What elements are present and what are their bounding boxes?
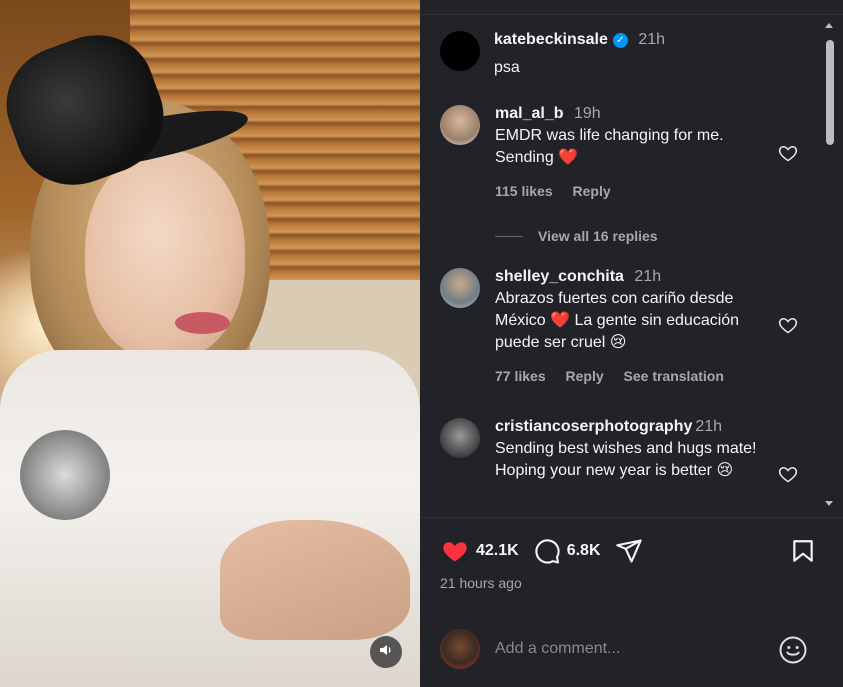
comment-text: Sending best wishes and hugs mate! Hopin…: [495, 440, 757, 479]
volume-button[interactable]: [370, 636, 402, 668]
comment-username[interactable]: cristiancoserphotography: [495, 418, 692, 435]
scroll-down-arrow-icon[interactable]: [825, 501, 833, 506]
comment-username[interactable]: shelley_conchita: [495, 268, 624, 285]
heart-icon[interactable]: [778, 143, 798, 163]
reply-button[interactable]: Reply: [573, 183, 611, 199]
post-actions: 42.1K 6.8K: [440, 535, 820, 567]
hand: [220, 520, 410, 640]
smiley-icon[interactable]: [778, 635, 808, 665]
view-replies-button[interactable]: View all 16 replies: [495, 228, 658, 244]
owner-avatar[interactable]: [440, 31, 480, 71]
comment-meta: 115 likes Reply: [495, 183, 780, 199]
see-translation-button[interactable]: See translation: [624, 368, 724, 384]
scroll-thumb[interactable]: [826, 40, 834, 145]
lips: [175, 312, 230, 334]
paper-plane-icon: [615, 539, 642, 563]
like-count[interactable]: 42.1K: [476, 542, 519, 560]
commenter-avatar[interactable]: [440, 105, 480, 145]
comment-likes-link[interactable]: 77 likes: [495, 368, 546, 384]
comment-count[interactable]: 6.8K: [567, 542, 601, 560]
caption-text: psa: [494, 59, 520, 76]
comment-item: mal_al_b 19h EMDR was life changing for …: [440, 105, 800, 199]
comment-text: Abrazos fuertes con cariño desde México …: [495, 290, 740, 351]
add-comment-bar: [420, 615, 843, 687]
comment-time[interactable]: 21h: [695, 418, 722, 435]
comment-likes-link[interactable]: 115 likes: [495, 183, 553, 199]
comments-list[interactable]: katebeckinsale ✓ 21h psa mal_al_b 19h EMD…: [420, 15, 843, 512]
speaker-icon: [378, 642, 394, 663]
brooch: [20, 430, 110, 520]
comment-button[interactable]: 6.8K: [533, 537, 601, 565]
commenter-avatar[interactable]: [440, 268, 480, 308]
post-time-short[interactable]: 21h: [638, 31, 665, 48]
comment-meta: 77 likes Reply See translation: [495, 368, 780, 384]
commenter-avatar[interactable]: [440, 418, 480, 458]
post-detail-panel: katebeckinsale ✓ 21h psa mal_al_b 19h EMD…: [420, 0, 843, 687]
like-button[interactable]: 42.1K: [440, 537, 519, 565]
heart-icon[interactable]: [778, 464, 798, 484]
share-button[interactable]: [615, 537, 643, 565]
comment-time[interactable]: 19h: [574, 105, 601, 122]
post-timestamp[interactable]: 21 hours ago: [440, 575, 522, 591]
post-caption: katebeckinsale ✓ 21h psa: [440, 31, 665, 79]
comments-scrollbar[interactable]: [822, 20, 836, 517]
post-media[interactable]: [0, 0, 420, 687]
comment-time[interactable]: 21h: [634, 268, 661, 285]
comment-username[interactable]: mal_al_b: [495, 105, 563, 122]
verified-badge-icon: ✓: [612, 33, 628, 48]
bookmark-icon: [793, 540, 813, 562]
comment-item: cristiancoserphotography 21h Sending best…: [440, 418, 800, 482]
comment-item: shelley_conchita 21h Abrazos fuertes con…: [440, 268, 800, 384]
current-user-avatar[interactable]: [440, 629, 480, 669]
owner-username[interactable]: katebeckinsale: [494, 31, 608, 48]
speech-bubble-icon: [535, 539, 560, 564]
scroll-up-arrow-icon[interactable]: [825, 23, 833, 28]
comment-input[interactable]: [495, 637, 765, 661]
heart-icon: [443, 542, 467, 562]
save-button[interactable]: [790, 537, 816, 570]
reply-button[interactable]: Reply: [566, 368, 604, 384]
heart-icon[interactable]: [778, 315, 798, 335]
comment-text: EMDR was life changing for me. Sending ❤…: [495, 127, 724, 166]
